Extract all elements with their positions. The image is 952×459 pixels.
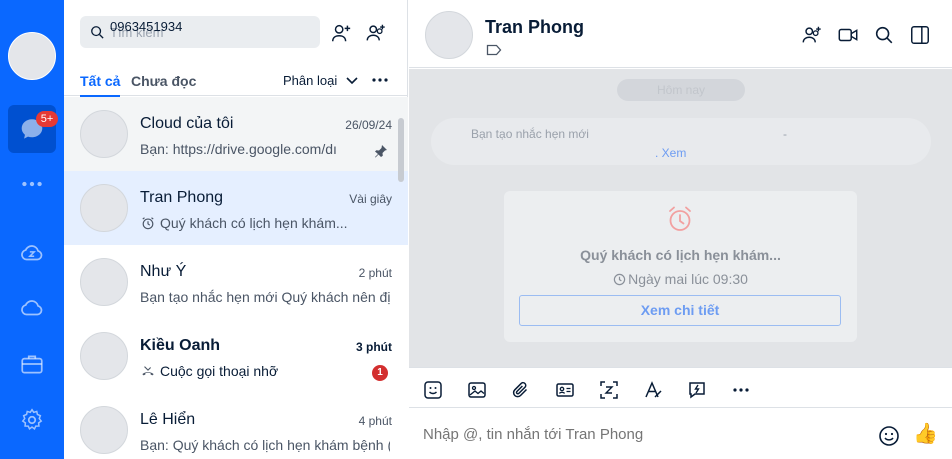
sidebar-toggle-icon[interactable] — [909, 24, 931, 46]
view-details-button[interactable]: Xem chi tiết — [519, 295, 841, 326]
conversation-preview: Bạn: Quý khách có lịch hẹn khám bệnh ( — [140, 437, 390, 453]
briefcase-icon — [21, 355, 43, 374]
reminder-time-text: Ngày mai lúc 09:30 — [628, 271, 748, 287]
image-icon[interactable] — [467, 380, 487, 400]
preview-text: Quý khách có lịch hẹn khám... — [160, 215, 348, 231]
conversation-preview: Bạn: https://drive.google.com/dı — [140, 141, 337, 157]
avatar — [80, 332, 128, 380]
conversation-time: 4 phút — [358, 414, 392, 428]
avatar — [80, 110, 128, 158]
conversation-item[interactable]: Tran Phong Vài giây Quý khách có lịch hẹ… — [64, 171, 408, 245]
chat-header: Tran Phong — [409, 0, 952, 68]
filter-bar: Tất cả Chưa đọc Phân loại — [64, 64, 408, 97]
search-icon — [91, 26, 104, 39]
conversation-name: Tran Phong — [140, 189, 224, 206]
chat-panel: Tran Phong Hôm nay Bạn tạo nhắc hẹn mới … — [409, 0, 952, 459]
avatar — [80, 258, 128, 306]
sticker-icon[interactable] — [423, 380, 443, 400]
conversation-item[interactable]: Như Ý 2 phút Bạn tạo nhắc hẹn mới Quý kh… — [64, 245, 408, 319]
cloud-tab[interactable] — [8, 284, 56, 332]
user-avatar[interactable] — [8, 32, 56, 80]
avatar — [80, 184, 128, 232]
video-call-icon[interactable] — [837, 24, 859, 46]
tab-unread[interactable]: Chưa đọc — [131, 73, 196, 89]
conversation-name: Lê Hiển — [140, 411, 196, 428]
cloud-icon — [21, 300, 43, 316]
thumbs-up-icon[interactable]: 👍 — [913, 422, 938, 446]
quick-message-icon[interactable] — [687, 380, 707, 400]
system-message-text: Bạn tạo nhắc hẹn mới — [471, 127, 589, 141]
view-link[interactable]: . Xem — [655, 146, 686, 160]
classify-dropdown[interactable]: Phân loại — [283, 73, 337, 88]
attachment-icon[interactable] — [511, 380, 531, 400]
zcloud-icon — [21, 245, 43, 261]
conversation-time: 26/09/24 — [345, 118, 392, 132]
contact-card-icon[interactable] — [555, 380, 575, 400]
nav-rail: 5+ — [0, 0, 64, 459]
add-to-group-icon[interactable] — [801, 24, 823, 46]
app: 5+ Tìm kiếm 0963451934 Tất cả Chưa đọc P… — [0, 0, 952, 459]
alarm-clock-icon — [669, 206, 691, 231]
screenshot-icon[interactable] — [599, 380, 619, 400]
reminder-card: Quý khách có lịch hẹn khám... Ngày mai l… — [504, 191, 857, 342]
zcloud-tab[interactable] — [8, 229, 56, 277]
reminder-time: Ngày mai lúc 09:30 — [504, 271, 857, 287]
text-format-icon[interactable] — [643, 380, 663, 400]
conversation-time: Vài giây — [349, 192, 392, 206]
settings-tab[interactable] — [8, 396, 56, 444]
toolbox-tab[interactable] — [8, 340, 56, 388]
avatar — [80, 406, 128, 454]
composer: 👍 — [409, 409, 952, 459]
more-tab[interactable] — [8, 160, 56, 208]
messages-tab[interactable]: 5+ — [8, 105, 58, 153]
unread-badge: 5+ — [36, 111, 58, 127]
conversation-list: Cloud của tôi 26/09/24 Bạn: https://driv… — [64, 97, 408, 459]
conversation-preview: Quý khách có lịch hẹn khám... — [140, 215, 390, 231]
contact-avatar[interactable] — [425, 11, 473, 59]
missed-call-icon — [142, 366, 154, 376]
conversation-item[interactable]: Kiều Oanh 3 phút Cuộc gọi thoại nhỡ 1 — [64, 319, 408, 393]
system-message: Bạn tạo nhắc hẹn mới - . Xem — [431, 118, 931, 165]
add-friend-icon[interactable] — [330, 22, 352, 44]
date-divider: Hôm nay — [617, 79, 745, 101]
alarm-clock-icon — [142, 217, 154, 230]
pin-icon — [375, 145, 387, 158]
message-input[interactable] — [423, 426, 863, 443]
list-scrollbar[interactable] — [398, 118, 404, 182]
create-group-icon[interactable] — [365, 22, 387, 44]
conversation-time: 3 phút — [356, 340, 392, 354]
tag-icon[interactable] — [486, 44, 502, 56]
more-dots-icon — [22, 181, 42, 187]
contact-name[interactable]: Tran Phong — [485, 17, 584, 38]
conversation-item[interactable]: Lê Hiển 4 phút Bạn: Quý khách có lịch hẹ… — [64, 393, 408, 459]
more-options-icon[interactable] — [371, 73, 389, 87]
chevron-down-icon[interactable] — [345, 75, 359, 87]
conversation-time: 2 phút — [358, 266, 392, 280]
system-message-dash: - — [783, 127, 787, 141]
gear-icon — [21, 408, 43, 431]
clock-icon — [613, 273, 626, 286]
conversation-preview: Cuộc gọi thoại nhỡ — [140, 363, 390, 379]
tab-all[interactable]: Tất cả — [80, 73, 121, 97]
search-input[interactable]: 0963451934 — [110, 19, 182, 34]
conversation-name: Cloud của tôi — [140, 115, 234, 132]
unread-count-badge: 1 — [372, 365, 388, 381]
conversation-name: Kiều Oanh — [140, 337, 221, 354]
composer-toolbar — [409, 367, 952, 408]
more-options-icon[interactable] — [731, 380, 751, 400]
conversation-preview: Bạn tạo nhắc hẹn mới Quý khách nên đị — [140, 289, 390, 305]
search-icon[interactable] — [873, 24, 895, 46]
message-area: Hôm nay Bạn tạo nhắc hẹn mới - . Xem Quý… — [409, 69, 952, 367]
preview-text: Cuộc gọi thoại nhỡ — [160, 363, 279, 379]
conversation-name: Như Ý — [140, 263, 187, 280]
reminder-title: Quý khách có lịch hẹn khám... — [580, 247, 781, 263]
emoji-icon[interactable] — [878, 425, 900, 447]
search-box[interactable]: Tìm kiếm 0963451934 — [80, 16, 320, 48]
conversation-panel: Tìm kiếm 0963451934 Tất cả Chưa đọc Phân… — [64, 0, 408, 459]
conversation-item[interactable]: Cloud của tôi 26/09/24 Bạn: https://driv… — [64, 97, 408, 171]
